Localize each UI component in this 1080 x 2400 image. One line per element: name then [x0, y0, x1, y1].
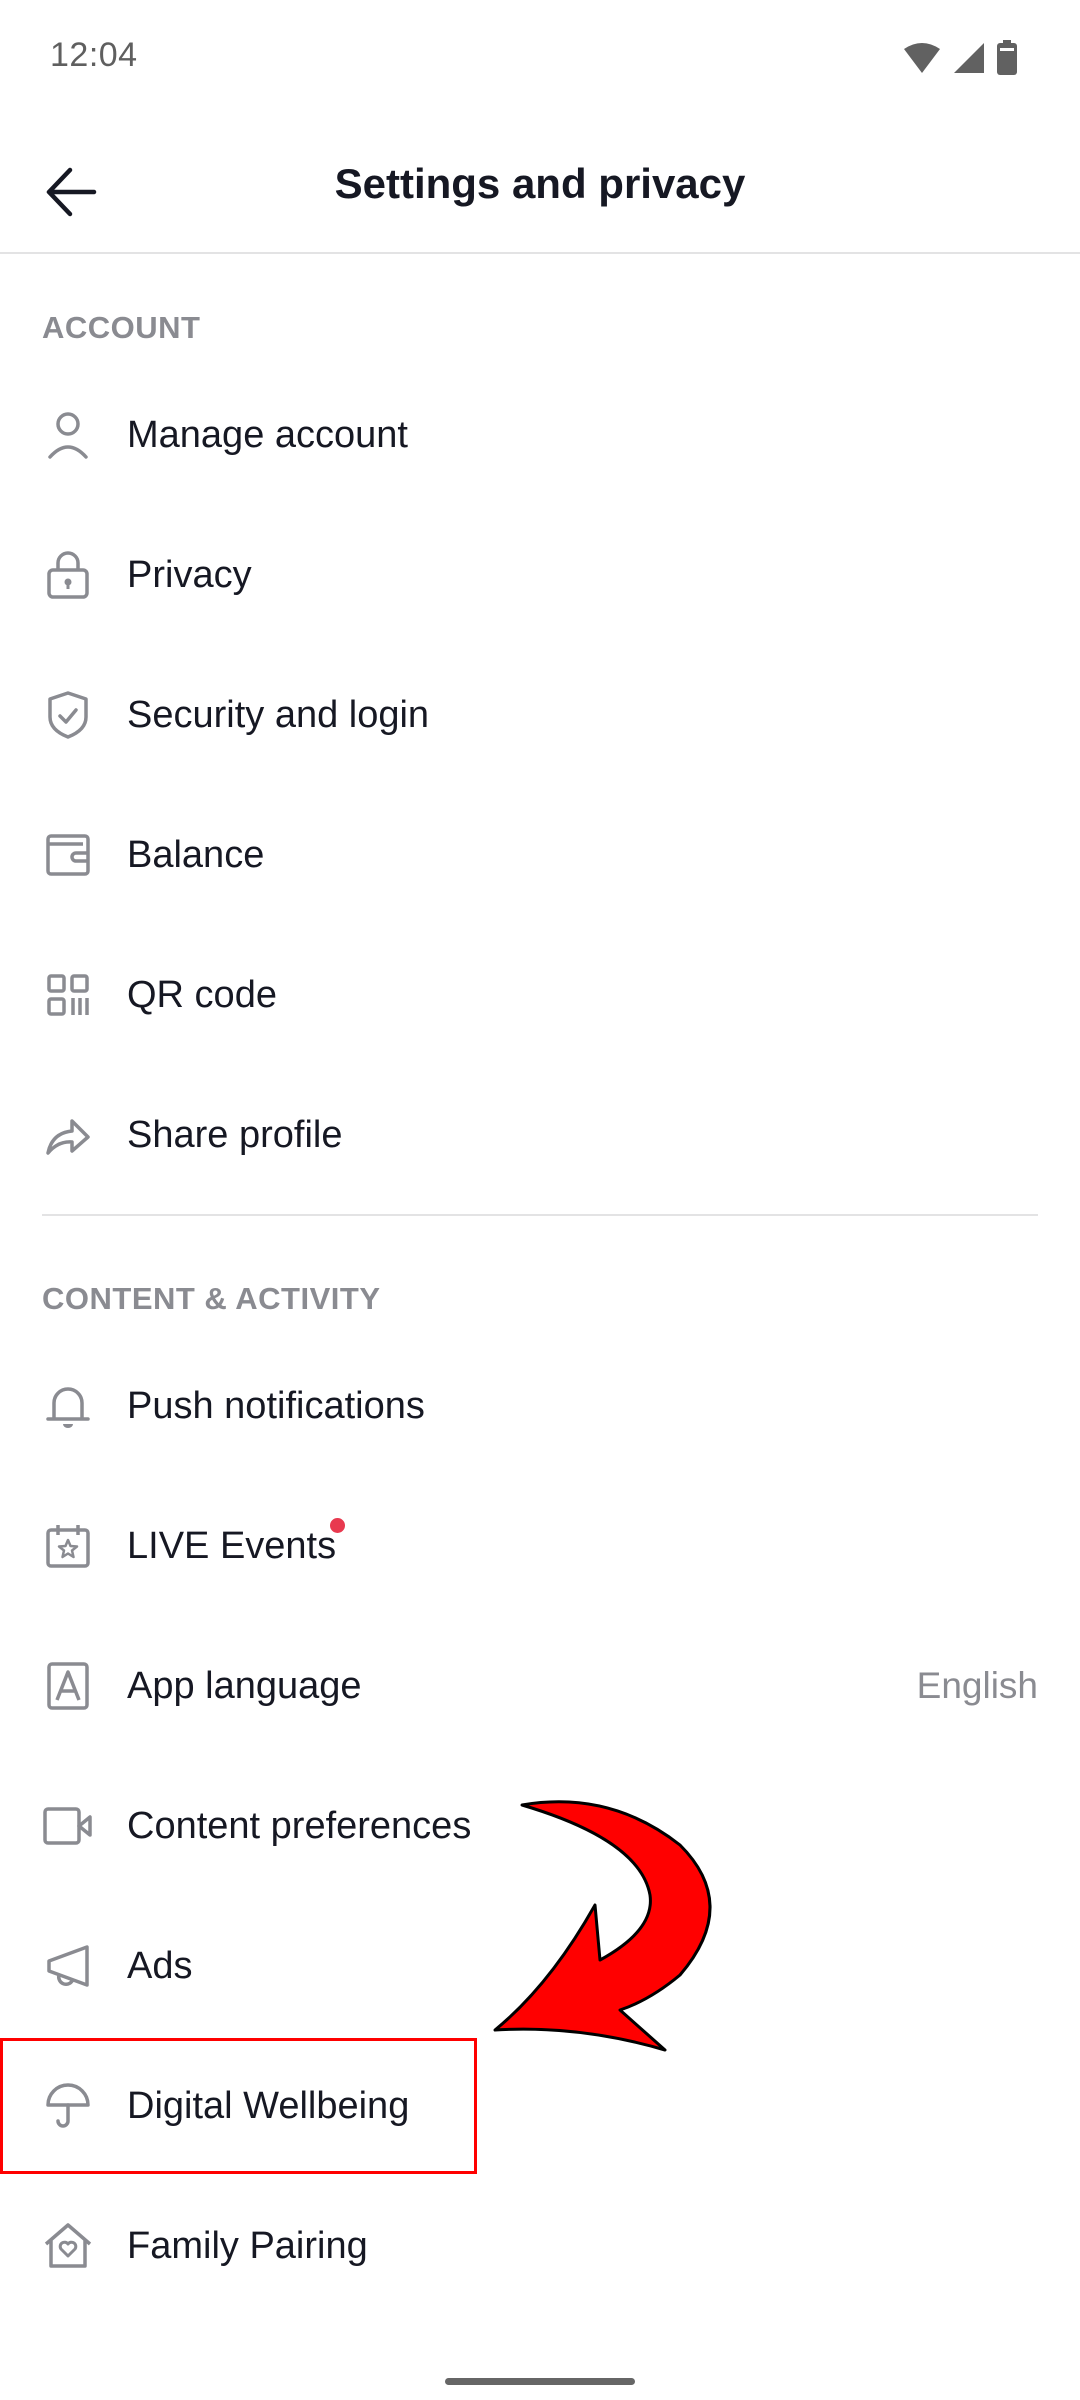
umbrella-icon [42, 2080, 94, 2132]
settings-item-qr-code[interactable]: QR code [0, 925, 1080, 1065]
section-divider [42, 1214, 1038, 1216]
settings-item-digital-wellbeing[interactable]: Digital Wellbeing [0, 2036, 1080, 2176]
house-heart-icon [42, 2220, 94, 2272]
section-title-content-activity: CONTENT & ACTIVITY [42, 1281, 381, 1316]
wifi-icon [902, 41, 942, 75]
settings-item-label: Privacy [127, 553, 252, 596]
shield-check-icon [42, 689, 94, 741]
settings-item-label: Manage account [127, 413, 408, 456]
settings-item-label: Digital Wellbeing [127, 2084, 410, 2127]
letter-a-box-icon [42, 1660, 94, 1712]
page-title: Settings and privacy [334, 160, 746, 207]
settings-item-app-language[interactable]: App language English [0, 1616, 1080, 1756]
settings-item-share-profile[interactable]: Share profile [0, 1065, 1080, 1205]
lock-icon [42, 549, 94, 601]
settings-item-label: Security and login [127, 693, 430, 736]
wallet-icon [42, 829, 94, 881]
megaphone-icon [42, 1940, 94, 1992]
settings-item-label: LIVE Events [127, 1524, 337, 1567]
settings-item-label: Content preferences [127, 1804, 472, 1847]
settings-item-label: Balance [127, 833, 265, 876]
cellular-signal-icon [952, 41, 986, 75]
share-arrow-icon [42, 1109, 94, 1161]
settings-item-security-and-login[interactable]: Security and login [0, 645, 1080, 785]
status-icons [902, 40, 1018, 76]
status-bar: 12:04 [0, 0, 1080, 120]
settings-item-family-pairing[interactable]: Family Pairing [0, 2176, 1080, 2316]
settings-item-privacy[interactable]: Privacy [0, 505, 1080, 645]
person-icon [42, 409, 94, 461]
settings-item-label: QR code [127, 973, 277, 1016]
section-title-account: ACCOUNT [42, 310, 201, 345]
header: Settings and privacy [0, 120, 1080, 254]
video-camera-icon [42, 1800, 94, 1852]
settings-item-balance[interactable]: Balance [0, 785, 1080, 925]
settings-item-label: Share profile [127, 1113, 343, 1156]
home-indicator[interactable] [445, 2378, 635, 2385]
battery-icon [996, 40, 1018, 76]
settings-item-label: Push notifications [127, 1384, 425, 1427]
settings-item-label: Family Pairing [127, 2224, 368, 2267]
bell-icon [42, 1380, 94, 1432]
settings-item-label: Ads [127, 1944, 193, 1987]
new-badge-dot [330, 1518, 345, 1533]
settings-item-manage-account[interactable]: Manage account [0, 365, 1080, 505]
settings-item-label: App language [127, 1664, 362, 1707]
app-language-value: English [916, 1665, 1038, 1706]
settings-item-ads[interactable]: Ads [0, 1896, 1080, 2036]
settings-item-live-events[interactable]: LIVE Events [0, 1476, 1080, 1616]
settings-item-content-preferences[interactable]: Content preferences [0, 1756, 1080, 1896]
qr-code-icon [42, 969, 94, 1021]
calendar-star-icon [42, 1520, 94, 1572]
status-time: 12:04 [50, 36, 138, 74]
settings-item-push-notifications[interactable]: Push notifications [0, 1336, 1080, 1476]
